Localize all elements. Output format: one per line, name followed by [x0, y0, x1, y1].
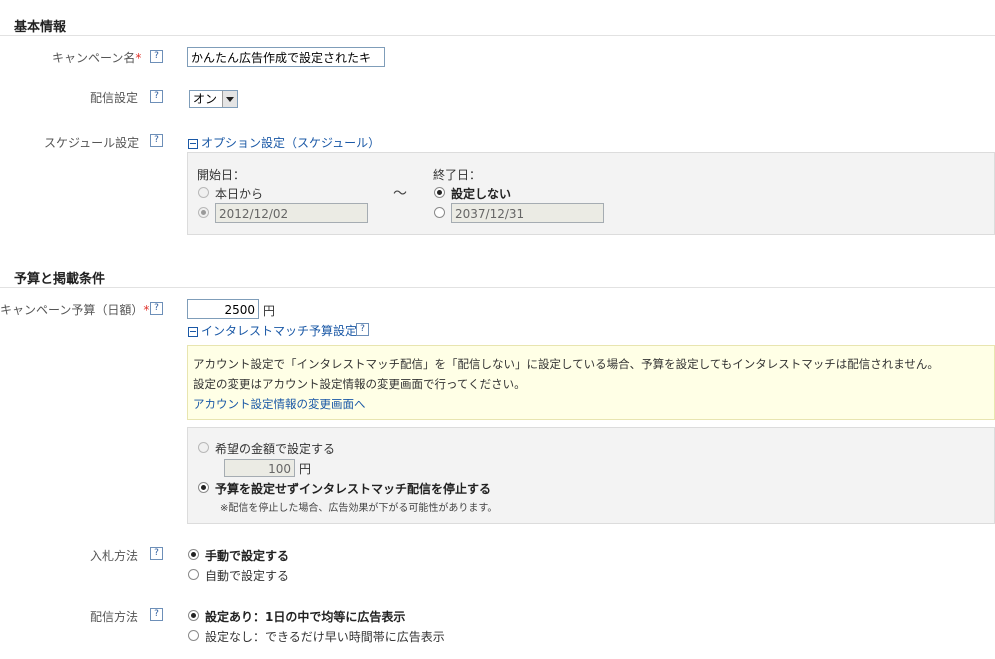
interest-budget-toggle[interactable]: インタレストマッチ予算設定 — [188, 322, 357, 339]
notice-line-2: 設定の変更はアカウント設定情報の変更画面で行ってください。 — [193, 377, 526, 391]
end-none-radio[interactable] — [434, 187, 445, 198]
bid-manual-radio[interactable] — [188, 549, 199, 560]
start-date-input[interactable]: 2012/12/02 — [215, 203, 368, 223]
required-mark: * — [143, 303, 150, 317]
date-range-separator: ～ — [393, 186, 407, 202]
daily-budget-help-icon[interactable]: ? — [150, 302, 163, 315]
section-title-budget: 予算と掲載条件 — [14, 272, 106, 287]
bid-auto-radio[interactable] — [188, 569, 199, 580]
chevron-down-icon[interactable] — [222, 91, 237, 107]
end-date-input[interactable]: 2037/12/31 — [451, 203, 604, 223]
end-date-label: 終了日： — [433, 168, 482, 182]
daily-budget-unit: 円 — [263, 304, 276, 318]
interest-amount-input[interactable]: 100 — [224, 459, 295, 477]
interest-budget-help-icon[interactable]: ? — [356, 323, 369, 336]
bid-manual-label: 手動で設定する — [205, 549, 290, 563]
delivery-setting-value: オン — [193, 92, 218, 106]
interest-amount-radio[interactable] — [198, 442, 209, 453]
collapse-icon — [188, 138, 198, 149]
delivery-fast-radio[interactable] — [188, 630, 199, 641]
delivery-fast-label: 設定なし：できるだけ早い時間帯に広告表示 — [205, 630, 445, 644]
delivery-even-label: 設定あり：1日の中で均等に広告表示 — [205, 610, 406, 624]
daily-budget-input[interactable]: 2500 — [187, 299, 259, 319]
campaign-name-help-icon[interactable]: ? — [150, 50, 163, 63]
required-mark: * — [135, 51, 142, 65]
section-divider — [0, 287, 995, 288]
end-date-radio[interactable] — [434, 207, 445, 218]
end-none-label: 設定しない — [451, 187, 512, 201]
campaign-name-input[interactable]: かんたん広告作成で設定されたキャ — [187, 47, 385, 67]
collapse-icon — [188, 326, 198, 337]
bid-method-help-icon[interactable]: ? — [150, 547, 163, 560]
delivery-setting-select[interactable]: オン — [189, 90, 238, 108]
interest-stop-radio[interactable] — [198, 482, 209, 493]
start-date-label: 開始日： — [197, 168, 246, 182]
section-title-basic-info: 基本情報 — [14, 20, 67, 35]
start-date-radio[interactable] — [198, 207, 209, 218]
campaign-name-label: キャンペーン名* — [52, 51, 142, 65]
daily-budget-label: キャンペーン予算（日額）* — [0, 303, 150, 317]
schedule-help-icon[interactable]: ? — [150, 134, 163, 147]
bid-method-label: 入札方法 — [90, 549, 139, 563]
schedule-label: スケジュール設定 — [44, 136, 140, 150]
notice-line-1: アカウント設定で「インタレストマッチ配信」を「配信しない」に設定している場合、予… — [193, 357, 939, 371]
delivery-setting-label: 配信設定 — [90, 91, 139, 105]
interest-stop-note: ※配信を停止した場合、広告効果が下がる可能性があります。 — [220, 503, 498, 514]
bid-auto-label: 自動で設定する — [205, 569, 290, 583]
interest-amount-unit: 円 — [299, 462, 312, 476]
delivery-setting-help-icon[interactable]: ? — [150, 90, 163, 103]
section-divider — [0, 35, 995, 36]
account-settings-link[interactable]: アカウント設定情報の変更画面へ — [193, 396, 366, 412]
start-today-label: 本日から — [215, 187, 264, 201]
delivery-method-help-icon[interactable]: ? — [150, 608, 163, 621]
delivery-method-label: 配信方法 — [90, 610, 139, 624]
schedule-option-toggle[interactable]: オプション設定（スケジュール） — [188, 134, 380, 151]
interest-amount-label: 希望の金額で設定する — [215, 442, 336, 456]
delivery-even-radio[interactable] — [188, 610, 199, 621]
start-today-radio[interactable] — [198, 187, 209, 198]
interest-stop-label: 予算を設定せずインタレストマッチ配信を停止する — [215, 482, 492, 496]
